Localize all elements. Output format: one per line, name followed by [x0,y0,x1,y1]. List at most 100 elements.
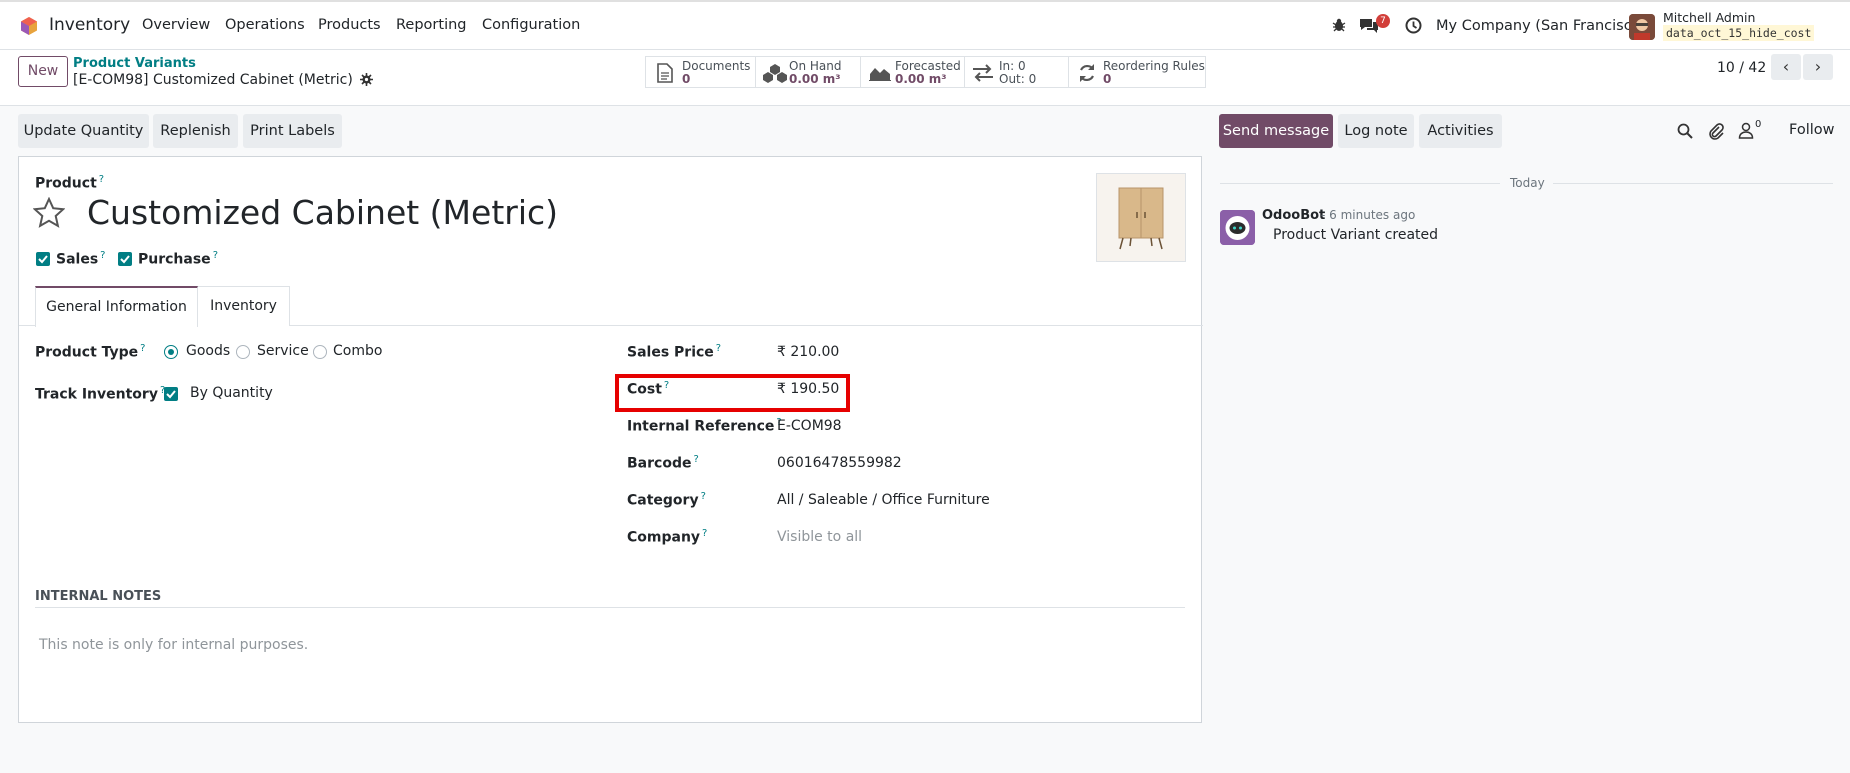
message-time: - 6 minutes ago [1321,208,1416,222]
smart-button-reordering-rules[interactable]: Reordering Rules 0 [1069,57,1205,87]
barcode-label-text: Barcode [627,455,692,472]
sales-price-label-text: Sales Price [627,344,714,361]
exchange-icon [972,64,994,86]
favorite-star-icon[interactable] [32,196,66,233]
track-inventory-label-text: Track Inventory [35,386,158,403]
print-labels-button[interactable]: Print Labels [243,114,342,148]
app-logo-icon[interactable] [19,16,39,36]
company-field[interactable]: Visible to all [777,529,862,545]
pager-previous-button[interactable]: ‹ [1771,54,1801,80]
smart-button-on-hand[interactable]: On Hand 0.00 m³ [756,57,861,87]
smart-value: 0.00 m³ [789,72,841,86]
user-name[interactable]: Mitchell Admin [1663,10,1755,25]
smart-title: Documents [682,59,751,73]
help-icon[interactable]: ? [702,528,707,539]
purchase-checkbox[interactable] [118,252,132,266]
radio-goods[interactable] [164,345,178,359]
product-label-text: Product [35,175,97,192]
barcode-field[interactable]: 06016478559982 [777,455,902,471]
category-field[interactable]: All / Saleable / Office Furniture [777,492,990,508]
sales-checkbox[interactable] [36,252,50,266]
log-note-button[interactable]: Log note [1338,114,1414,148]
today-separator: Today [1510,176,1545,190]
help-icon[interactable]: ? [100,250,105,261]
product-image[interactable] [1096,173,1186,262]
smart-in: In: 0 [999,59,1026,73]
help-icon[interactable]: ? [140,343,145,354]
radio-service[interactable] [236,345,250,359]
menu-overview[interactable]: Overview [142,17,210,33]
smart-button-forecasted[interactable]: Forecasted 0.00 m³ [861,57,965,87]
area-chart-icon [869,65,891,85]
chevron-right-icon: › [1814,57,1822,76]
followers-icon[interactable] [1738,122,1754,143]
internal-reference-field[interactable]: E-COM98 [777,418,842,434]
breadcrumb-product-variants[interactable]: Product Variants [73,56,196,71]
help-icon[interactable]: ? [701,491,706,502]
message-author[interactable]: OdooBot [1262,208,1325,223]
top-navbar: Inventory Overview Operations Products R… [0,0,1850,50]
smart-title: Reordering Rules [1103,59,1205,73]
activities-button[interactable]: Activities [1419,114,1502,148]
form-tabs: General Information Inventory [19,286,1203,327]
notes-divider [35,607,1185,608]
radio-combo[interactable] [313,345,327,359]
internal-notes-field[interactable]: This note is only for internal purposes. [39,637,308,653]
search-icon[interactable] [1677,123,1693,143]
radio-service-label[interactable]: Service [257,343,309,359]
update-quantity-button[interactable]: Update Quantity [18,114,149,148]
menu-configuration[interactable]: Configuration [482,17,580,33]
replenish-button[interactable]: Replenish [153,114,238,148]
radio-goods-label[interactable]: Goods [186,343,230,359]
follow-button[interactable]: Follow [1789,122,1834,138]
database-name: data_oct_15_hide_cost [1663,25,1815,41]
help-icon[interactable]: ? [99,174,104,185]
activity-clock-icon[interactable] [1405,17,1422,38]
menu-operations[interactable]: Operations [225,17,305,33]
breadcrumb-current: [E-COM98] Customized Cabinet (Metric) [73,72,374,90]
help-icon[interactable]: ? [693,454,698,465]
tab-general-information[interactable]: General Information [35,286,198,327]
gear-icon[interactable] [360,73,374,90]
product-type-label-text: Product Type [35,344,139,361]
breadcrumb-current-label: [E-COM98] Customized Cabinet (Metric) [73,72,353,88]
pager-value[interactable]: 10 / 42 [1717,60,1766,76]
smart-value: 0 [1103,72,1112,86]
category-label: Category? [627,491,706,509]
app-name[interactable]: Inventory [49,15,130,35]
sales-label: Sales? [56,250,105,268]
paperclip-icon[interactable] [1708,122,1724,144]
track-inventory-value[interactable]: By Quantity [190,385,273,401]
track-inventory-checkbox[interactable] [164,387,178,401]
smart-button-documents[interactable]: Documents 0 [646,57,756,87]
user-avatar[interactable] [1629,14,1655,40]
menu-reporting[interactable]: Reporting [396,17,467,33]
track-inventory-label: Track Inventory? [35,385,165,403]
new-button[interactable]: New [18,56,68,87]
help-icon[interactable]: ? [716,343,721,354]
internal-reference-label: Internal Reference? [627,417,782,435]
sales-label-text: Sales [56,251,99,268]
smart-title: On Hand [789,59,842,73]
company-label: Company? [627,528,707,546]
smart-title: Forecasted [895,59,961,73]
pager-next-button[interactable]: › [1803,54,1833,80]
followers-count: 0 [1755,119,1762,130]
company-switcher[interactable]: My Company (San Francisco) [1436,18,1646,34]
smart-out: Out: 0 [999,72,1037,86]
odoobot-avatar[interactable] [1220,210,1255,245]
tab-inventory[interactable]: Inventory [198,286,290,326]
send-message-button[interactable]: Send message [1219,114,1333,148]
smart-button-in-out[interactable]: In: 0 Out: 0 [965,57,1069,87]
product-name-field[interactable]: Customized Cabinet (Metric) [87,193,558,232]
help-icon[interactable]: ? [213,250,218,261]
bug-icon[interactable] [1331,17,1347,37]
smart-value: 0.00 m³ [895,72,947,86]
radio-combo-label[interactable]: Combo [333,343,382,359]
sales-price-field[interactable]: ₹ 210.00 [777,344,839,360]
barcode-label: Barcode? [627,454,699,472]
menu-products[interactable]: Products [318,17,381,33]
cubes-icon [763,63,787,87]
message-body: Product Variant created [1273,227,1439,243]
product-type-label: Product Type? [35,343,145,361]
